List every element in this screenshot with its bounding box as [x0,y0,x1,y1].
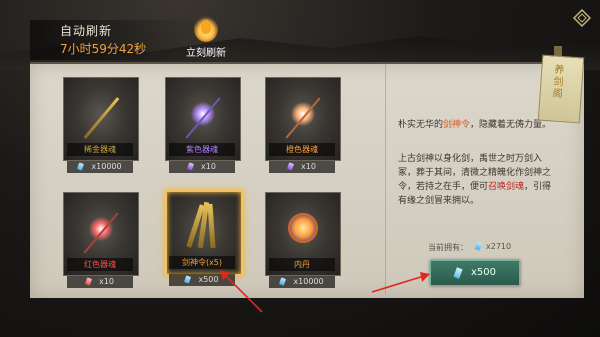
item-price: x10 [169,161,235,173]
owned-label: 当前拥有： [428,243,468,252]
item-name: 橙色器魂 [269,143,335,156]
item-price: x10 [67,276,133,288]
gem-icon [77,162,85,171]
panel-divider [385,64,386,294]
item-description-long: 上古剑神以身化剑，禹世之时万剑入冢，葬于其间，清微之精魄化作剑神之令，若持之在手… [398,154,552,206]
item-name: 内丹 [269,258,335,271]
jade-icon [186,162,195,171]
gem-icon [279,277,287,286]
item-description-short: 朴实无华的剑神令，隐藏着无俦力量。 [398,120,552,130]
buy-button[interactable]: x500 [430,260,520,286]
shop-item-card[interactable]: 内丹 x10000 [265,192,341,288]
scroll-title: 养剑阁 [552,64,565,101]
owned-value: x2710 [486,242,512,251]
buy-button-label: x500 [471,267,497,278]
refresh-now-label: 立刻刷新 [186,48,226,59]
flame-icon [194,16,218,42]
refresh-title: 自动刷新 [60,24,113,38]
golden-sword-icon [83,97,120,139]
item-name: 红色器魂 [67,258,133,271]
annotation-arrow-icon [371,272,430,293]
sword-token-icon [207,203,216,249]
shop-item-card[interactable]: 紫色器魂 x10 [165,77,241,173]
item-price: x10000 [67,161,133,173]
item-name: 稀金器魂 [67,143,133,156]
item-name: 紫色器魂 [169,143,235,156]
gem-icon [453,267,463,279]
shop-item-card[interactable]: 红色器魂 x10 [63,192,139,288]
refresh-countdown: 7小时59分42秒 [60,42,147,56]
shop-item-card[interactable]: 稀金器魂 x10000 [63,77,139,173]
item-price: x10000 [269,276,335,288]
jade-icon [286,162,295,171]
gem-icon [184,275,192,284]
refresh-now-button[interactable]: 立刻刷新 [178,16,234,60]
shop-screen: 自动刷新 7小时59分42秒 立刻刷新 稀金器魂 x10000 紫色器魂 x10 [0,0,600,337]
scroll-paper: 养剑阁 [537,54,585,124]
shop-item-card[interactable]: 橙色器魂 x10 [265,77,341,173]
annotation-arrow-icon [220,270,263,313]
inner-core-orb-icon [288,213,318,243]
jade-icon [84,277,93,286]
shop-scroll-banner: 养剑阁 [534,46,585,124]
back-icon[interactable] [572,8,592,28]
item-price: x10 [269,161,335,173]
